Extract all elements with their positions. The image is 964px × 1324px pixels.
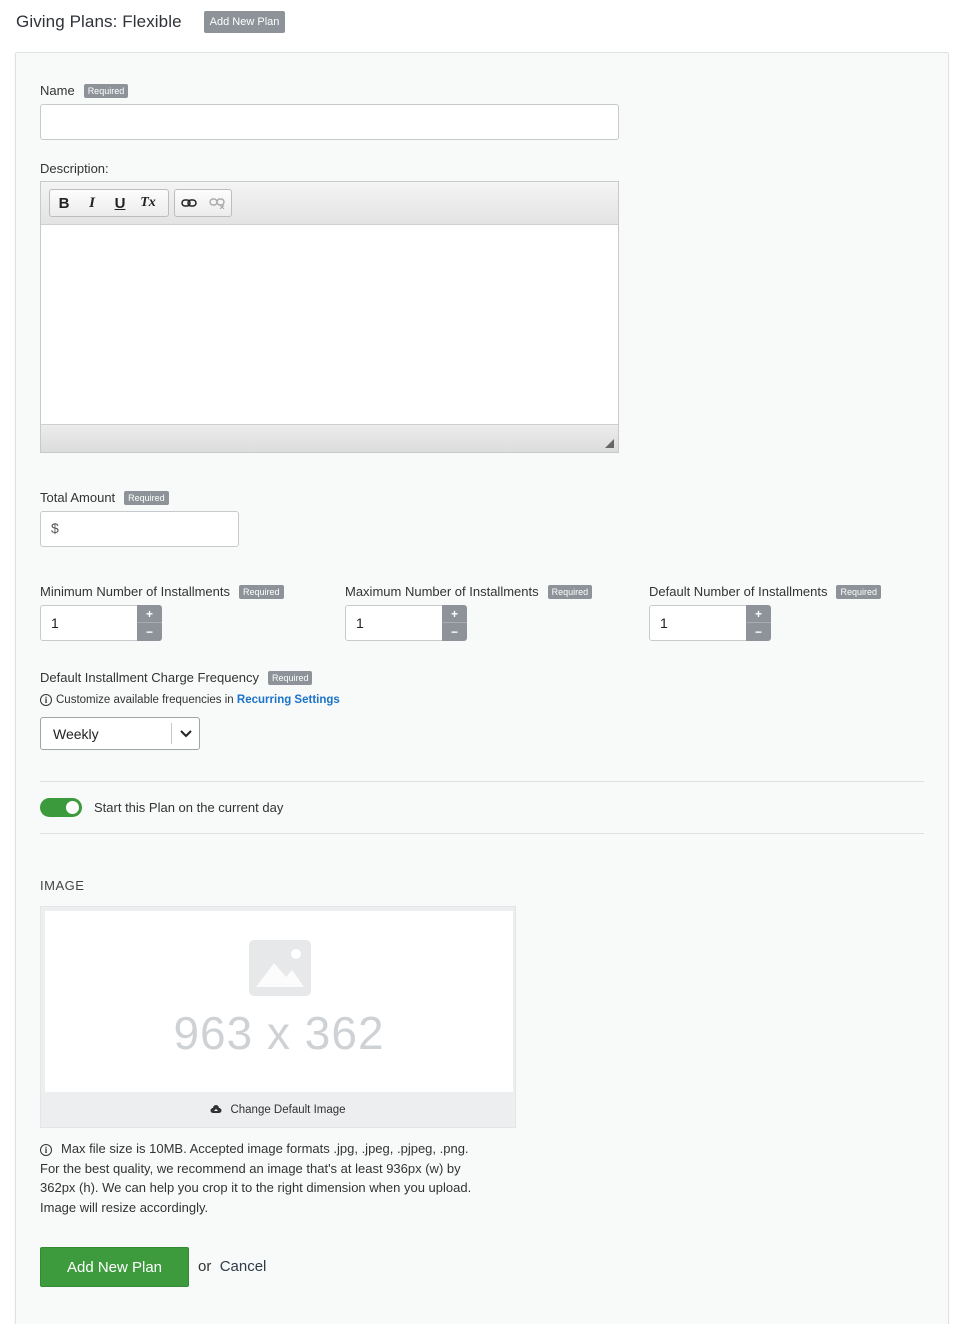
- description-editor: B I U Tx: [40, 181, 619, 453]
- required-badge: Required: [547, 584, 593, 599]
- editor-status-bar: [41, 424, 618, 452]
- default-installments-stepper: 1 + −: [649, 605, 771, 641]
- image-help-text: i Max file size is 10MB. Accepted image f…: [40, 1139, 471, 1218]
- min-installments-input[interactable]: 1: [40, 605, 138, 641]
- max-installments-input[interactable]: 1: [345, 605, 443, 641]
- frequency-select[interactable]: Weekly: [40, 717, 200, 750]
- required-badge: Required: [239, 584, 284, 599]
- editor-toolbar: B I U Tx: [41, 182, 618, 225]
- required-badge: Required: [267, 670, 313, 685]
- max-installments-buttons: + −: [442, 605, 467, 641]
- change-default-image-button[interactable]: Change Default Image: [41, 1093, 515, 1127]
- image-help-line-1: i Max file size is 10MB. Accepted image f…: [40, 1139, 471, 1159]
- default-decrement-button[interactable]: −: [746, 623, 771, 641]
- image-help-line-1-text: Max file size is 10MB. Accepted image fo…: [61, 1141, 469, 1156]
- info-icon: i: [40, 1144, 52, 1156]
- name-label: Name Required: [40, 83, 129, 98]
- currency-prefix: $: [51, 520, 59, 536]
- change-default-image-label: Change Default Image: [230, 1104, 346, 1116]
- frequency-label: Default Installment Charge Frequency Req…: [40, 670, 313, 685]
- cancel-action: or Cancel: [198, 1258, 266, 1275]
- upload-cloud-icon: [210, 1105, 222, 1113]
- required-badge: Required: [83, 83, 129, 98]
- image-preview: 963 x 362: [45, 911, 513, 1092]
- default-installments-label: Default Number of Installments Required: [649, 584, 881, 599]
- toggle-knob: [66, 801, 79, 814]
- max-decrement-button[interactable]: −: [442, 623, 467, 641]
- total-amount-label: Total Amount Required: [40, 490, 169, 505]
- name-input[interactable]: [40, 104, 619, 140]
- add-new-plan-header-button[interactable]: Add New Plan: [203, 11, 286, 33]
- total-amount-label-text: Total Amount: [40, 490, 116, 505]
- info-icon: i: [40, 694, 52, 706]
- start-current-day-label: Start this Plan on the current day: [94, 800, 284, 815]
- default-increment-button[interactable]: +: [746, 605, 771, 623]
- divider: [40, 833, 924, 834]
- link-icon: [181, 199, 197, 207]
- unlink-icon: [209, 198, 225, 209]
- image-size-placeholder: 963 x 362: [173, 1007, 385, 1059]
- unlink-button[interactable]: [203, 190, 231, 216]
- image-help-line-4: Image will resize accordingly.: [40, 1200, 209, 1216]
- max-increment-button[interactable]: +: [442, 605, 467, 623]
- required-badge: Required: [124, 490, 169, 505]
- or-text: or: [198, 1258, 212, 1275]
- default-installments-buttons: + −: [746, 605, 771, 641]
- min-installments-buttons: + −: [137, 605, 162, 641]
- select-divider: [171, 723, 172, 744]
- required-badge: Required: [836, 584, 881, 599]
- min-installments-label-text: Minimum Number of Installments: [40, 584, 230, 599]
- frequency-hint-text: Customize available frequencies in: [56, 694, 234, 706]
- divider: [40, 781, 924, 782]
- max-installments-stepper: 1 + −: [345, 605, 467, 641]
- min-installments-label: Minimum Number of Installments Required: [40, 584, 284, 599]
- resize-handle-icon[interactable]: [605, 439, 614, 448]
- cancel-link[interactable]: Cancel: [220, 1258, 267, 1275]
- default-installments-label-text: Default Number of Installments: [649, 584, 828, 599]
- page-title: Giving Plans: Flexible: [16, 12, 182, 31]
- link-button-group: [174, 189, 232, 217]
- min-installments-stepper: 1 + −: [40, 605, 162, 641]
- page-header: Giving Plans: Flexible Add New Plan: [16, 11, 286, 33]
- editor-content-area[interactable]: [41, 225, 618, 424]
- image-help-line-3: 362px (h). We can help you crop it to th…: [40, 1180, 472, 1196]
- bold-button[interactable]: B: [50, 190, 78, 216]
- image-help-line-2: For the best quality, we recommend an im…: [40, 1160, 461, 1176]
- italic-button[interactable]: I: [78, 190, 106, 216]
- default-installments-input[interactable]: 1: [649, 605, 747, 641]
- chevron-down-icon: [180, 730, 192, 738]
- name-label-text: Name: [40, 83, 75, 98]
- description-label: Description:: [40, 161, 109, 176]
- underline-button[interactable]: U: [106, 190, 134, 216]
- image-upload-box: 963 x 362 Change Default Image: [40, 906, 516, 1128]
- frequency-hint: i Customize available frequencies in Rec…: [40, 694, 340, 706]
- format-button-group: B I U Tx: [49, 189, 169, 217]
- link-button[interactable]: [175, 190, 203, 216]
- min-increment-button[interactable]: +: [137, 605, 162, 623]
- image-placeholder-icon: [249, 940, 311, 996]
- clear-format-button[interactable]: Tx: [134, 190, 162, 216]
- frequency-label-text: Default Installment Charge Frequency: [40, 670, 259, 685]
- total-amount-input[interactable]: $: [40, 511, 239, 547]
- max-installments-label-text: Maximum Number of Installments: [345, 584, 539, 599]
- max-installments-label: Maximum Number of Installments Required: [345, 584, 593, 599]
- add-new-plan-submit-button[interactable]: Add New Plan: [40, 1247, 189, 1287]
- start-current-day-toggle[interactable]: [40, 798, 82, 817]
- image-section-heading: IMAGE: [40, 878, 85, 893]
- recurring-settings-link[interactable]: Recurring Settings: [237, 694, 340, 706]
- frequency-selected-value: Weekly: [53, 726, 99, 742]
- min-decrement-button[interactable]: −: [137, 623, 162, 641]
